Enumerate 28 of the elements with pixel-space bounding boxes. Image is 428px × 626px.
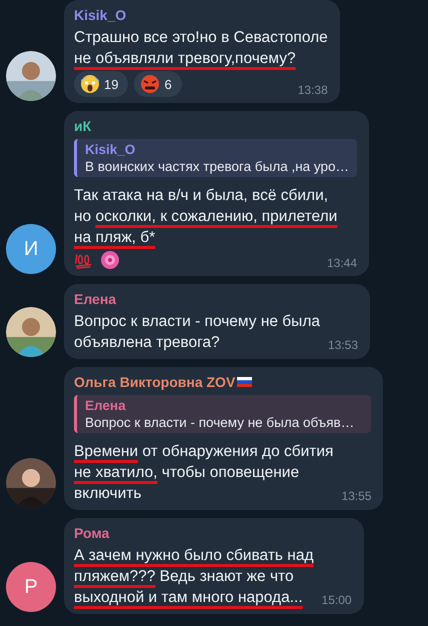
- reply-quote[interactable]: Kisik_O В воинских частях тревога была ,на уро…: [74, 139, 358, 177]
- reply-author: Елена: [85, 398, 127, 413]
- scream-face-icon: [80, 74, 100, 94]
- reply-quote[interactable]: Елена Вопрос к власти - почему не была объяв…: [74, 395, 372, 433]
- angry-face-icon: [140, 74, 160, 94]
- message-text: Так атака на в/ч и была, всё сбили, но осколки, к сожалению, прилетели на пляж, б*: [74, 186, 338, 248]
- author-name[interactable]: Ольга Викторовна ZOV: [74, 374, 236, 390]
- message-text: Страшно все это!но в Севастополе не объявляли тревогу,почему?: [74, 28, 328, 69]
- message-time: 13:53: [328, 338, 358, 352]
- reply-author: Kisik_O: [85, 142, 136, 157]
- message-text: Времени от обнаружения до сбития не хватило, чтобы оповещение включить: [74, 442, 334, 504]
- message-time: 15:00: [322, 593, 352, 607]
- reply-text: В воинских частях тревога была ,на уро…: [85, 159, 350, 174]
- message-text: Вопрос к власти - почему не была объявлена тревога?: [74, 312, 320, 353]
- reaction-chip[interactable]: 6: [134, 71, 182, 97]
- author-name[interactable]: Рома: [74, 525, 110, 541]
- flower-icon: [100, 250, 120, 270]
- author-name[interactable]: Елена: [74, 291, 116, 307]
- author-name[interactable]: иК: [74, 118, 92, 134]
- message-time: 13:38: [298, 83, 328, 97]
- avatar[interactable]: Р: [6, 562, 56, 612]
- avatar[interactable]: И: [6, 224, 56, 274]
- reaction-chip[interactable]: 19: [74, 71, 128, 97]
- message-time: 13:44: [327, 256, 358, 270]
- author-name[interactable]: Kisik_O: [74, 7, 126, 23]
- message-time: 13:55: [341, 489, 372, 503]
- message-text: А зачем нужно было сбивать над пляжем??? Ведь знают же что выходной и там много народа...: [74, 546, 314, 608]
- reply-text: Вопрос к власти - почему не была объяв…: [85, 415, 356, 430]
